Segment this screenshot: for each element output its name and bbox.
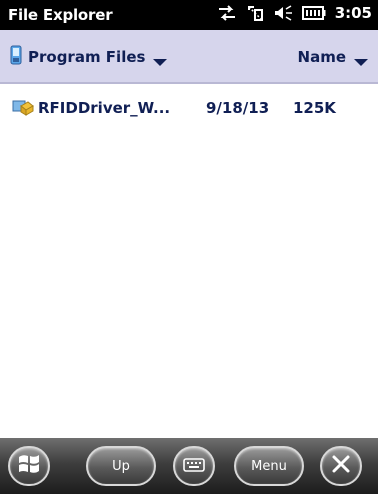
file-name: RFIDDriver_W... — [38, 99, 171, 117]
menu-button[interactable]: Menu — [234, 446, 304, 486]
path-bar: Program Files Name — [0, 30, 378, 84]
sort-dropdown[interactable]: Name — [298, 44, 368, 70]
start-button[interactable] — [8, 446, 50, 486]
folder-name: Program Files — [28, 48, 146, 66]
app-title: File Explorer — [8, 6, 113, 24]
clock[interactable]: 3:05 — [335, 4, 372, 22]
softkey-bar: Up Menu — [0, 438, 378, 494]
menu-label: Menu — [251, 458, 287, 474]
file-explorer-screen: File Explorer 3:05 Program Files Name RF… — [0, 0, 378, 494]
close-icon — [331, 454, 351, 478]
keyboard-button[interactable] — [173, 446, 215, 486]
windows-flag-icon — [17, 453, 41, 479]
keyboard-icon — [183, 457, 205, 476]
up-button[interactable]: Up — [86, 446, 156, 486]
cab-package-icon — [12, 98, 34, 120]
device-icon — [10, 45, 22, 69]
up-label: Up — [112, 458, 130, 474]
file-list: RFIDDriver_W... 9/18/13 125K — [0, 84, 378, 438]
chevron-down-icon — [354, 52, 368, 71]
folder-dropdown[interactable]: Program Files — [10, 44, 168, 71]
file-row[interactable]: RFIDDriver_W... 9/18/13 125K — [0, 90, 378, 122]
file-date: 9/18/13 — [206, 99, 270, 117]
sync-icon[interactable] — [246, 4, 264, 22]
connectivity-arrows-icon[interactable] — [217, 4, 237, 22]
title-bar: File Explorer 3:05 — [0, 0, 378, 30]
battery-icon[interactable] — [301, 5, 326, 21]
chevron-down-icon — [153, 52, 168, 71]
close-button[interactable] — [320, 446, 362, 486]
status-icons: 3:05 — [217, 4, 372, 22]
sort-label: Name — [297, 48, 346, 66]
file-size: 125K — [293, 99, 336, 117]
volume-muted-icon[interactable] — [273, 4, 293, 22]
